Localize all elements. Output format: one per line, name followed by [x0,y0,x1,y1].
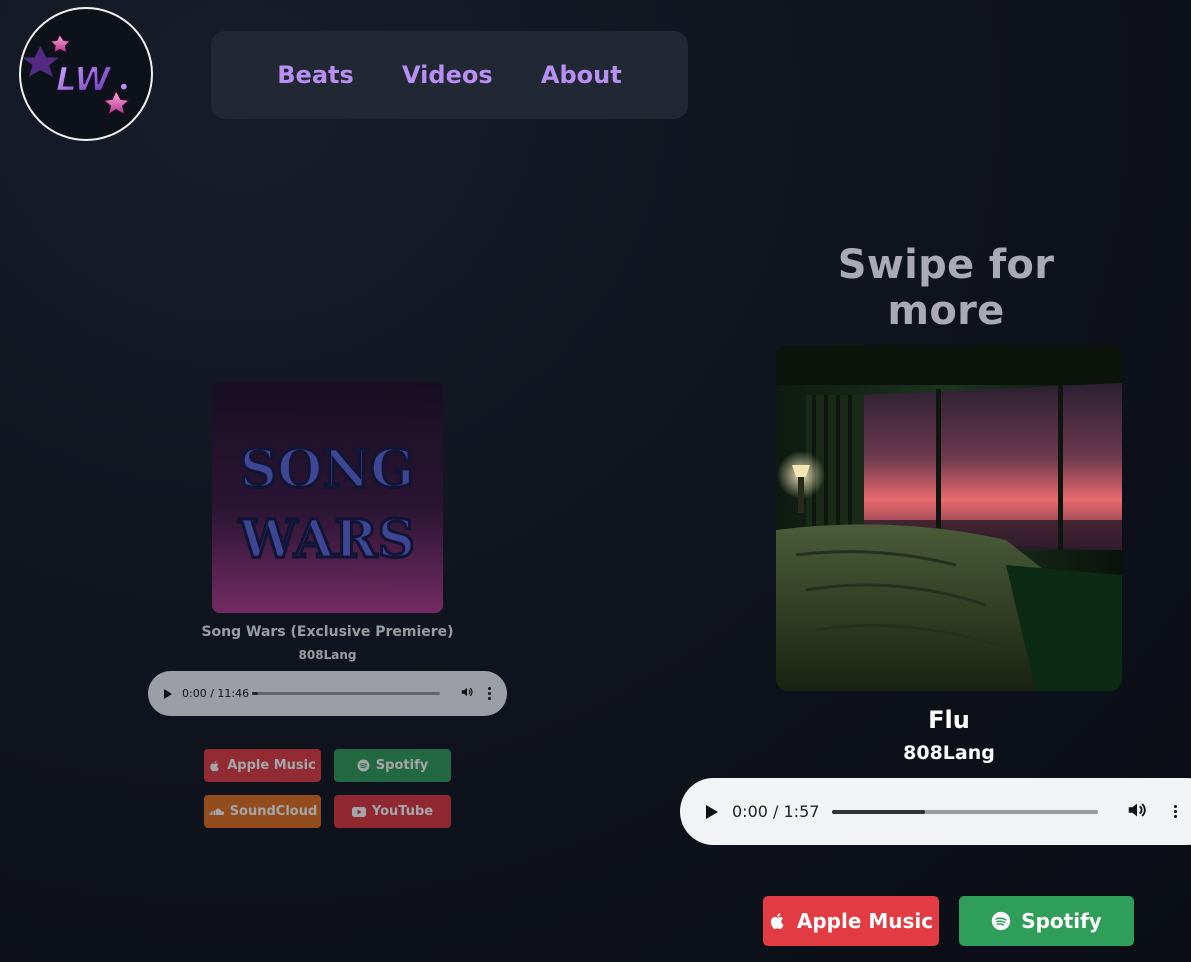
volume-icon[interactable] [1126,799,1148,825]
apple-icon [210,760,219,771]
player-time: 0:00 / 1:57 [732,802,820,821]
nav-beats-link[interactable]: Beats [277,61,354,89]
apple-music-label: Apple Music [227,758,316,773]
more-options-icon[interactable] [1174,805,1177,818]
audio-player: 0:00 / 11:46 [148,671,507,716]
nav-videos-link[interactable]: Videos [402,61,493,89]
more-options-icon[interactable] [488,687,491,700]
track-title: Song Wars (Exclusive Premiere) [201,624,454,640]
soundcloud-icon [209,808,224,815]
spotify-button[interactable]: Spotify [334,749,451,782]
soundcloud-label: SoundCloud [229,804,318,819]
spotify-icon [357,759,370,772]
audio-player: 0:00 / 1:57 [680,778,1191,845]
site-logo[interactable]: LW [19,7,153,141]
cover-text-song: SONG [240,439,415,500]
album-cover-song-wars: SONG WARS [212,382,443,613]
seek-bar[interactable] [832,809,1098,814]
main-nav: Beats Videos About [211,31,688,119]
youtube-label: YouTube [371,804,434,819]
album-cover-flu[interactable] [776,345,1122,691]
seek-bar-fill [832,809,926,814]
swipe-hint: Swipe for more [837,242,1055,334]
youtube-icon [351,806,366,817]
track-artist: 808Lang [298,648,357,662]
play-icon[interactable] [706,804,718,819]
spotify-label: Spotify [1021,909,1102,933]
youtube-button[interactable]: YouTube [334,795,451,828]
soundcloud-button[interactable]: SoundCloud [204,795,321,828]
apple-music-button[interactable]: Apple Music [763,896,939,946]
apple-music-label: Apple Music [796,909,934,933]
volume-icon[interactable] [460,685,474,702]
spotify-label: Spotify [375,758,429,773]
nav-about-link[interactable]: About [541,61,622,89]
seek-bar-fill [252,692,258,695]
track-artist: 808Lang [903,742,995,764]
player-time: 0:00 / 11:46 [182,687,250,700]
apple-icon [770,913,784,930]
logo-text: LW [56,59,112,98]
track-title: Flu [928,706,970,734]
seek-bar[interactable] [252,692,440,695]
cover-text-wars: WARS [238,509,415,570]
spotify-icon [992,911,1011,931]
play-icon[interactable] [164,688,172,699]
apple-music-button[interactable]: Apple Music [204,749,321,782]
spotify-button[interactable]: Spotify [959,896,1134,946]
